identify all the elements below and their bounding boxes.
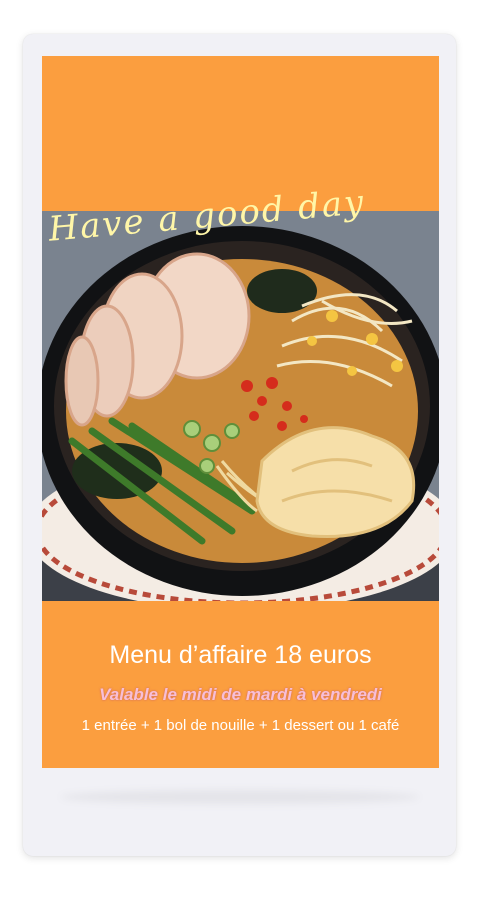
story-page: Have a good day Menu d’affaire 18 euros … xyxy=(0,0,480,900)
menu-availability: Valable le midi de mardi à vendredi xyxy=(99,685,382,704)
ramen-bowl-photo xyxy=(42,211,439,601)
menu-details: 1 entrée + 1 bol de nouille + 1 dessert … xyxy=(81,717,400,734)
menu-title: Menu d’affaire 18 euros xyxy=(109,641,372,669)
menu-poster: Have a good day Menu d’affaire 18 euros … xyxy=(42,56,439,768)
card-bottom-shadow xyxy=(60,790,420,804)
ramen-illustration xyxy=(42,211,439,601)
